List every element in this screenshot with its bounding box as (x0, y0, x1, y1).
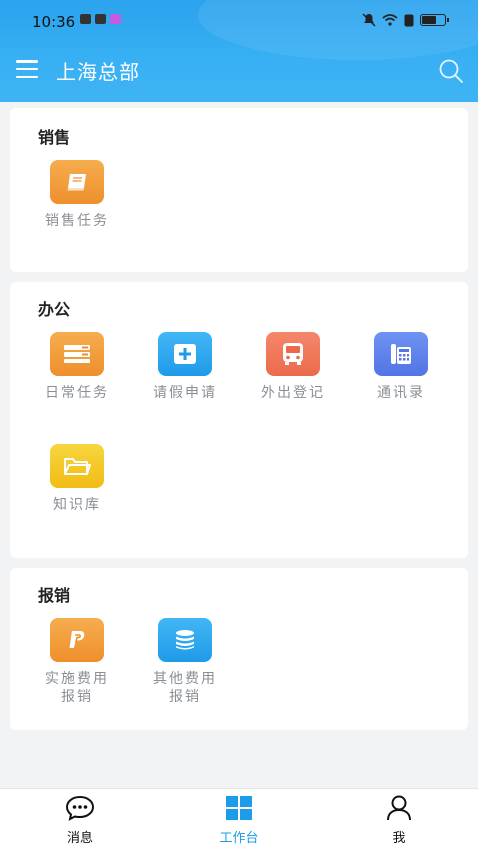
tile-label: 实施费用 报销 (45, 671, 109, 705)
mute-bell-icon (362, 13, 376, 27)
paypal-icon (69, 631, 85, 648)
plus-box-icon (174, 344, 196, 364)
status-bar: 10:36 (0, 0, 478, 42)
tile-other-expense[interactable]: 其他费用 报销 (130, 618, 240, 706)
tile-label: 通讯录 (377, 385, 425, 401)
tile-outing-registration[interactable]: 外出登记 (238, 332, 348, 402)
phone-book-icon (391, 344, 411, 364)
book-icon (67, 174, 86, 191)
tile-label: 销售任务 (45, 213, 109, 229)
tile-label: 请假申请 (153, 385, 217, 401)
status-time: 10:36 (32, 13, 76, 31)
nav-label: 工作台 (219, 831, 259, 846)
menu-icon[interactable] (16, 60, 38, 78)
tile-leave-request[interactable]: 请假申请 (130, 332, 240, 402)
section-office: 办公 日常任务 请假申请 外出登记 通讯录 知识库 (10, 282, 468, 558)
nav-label: 我 (392, 831, 406, 846)
tile-contacts[interactable]: 通讯录 (346, 332, 456, 402)
tile-knowledge-base[interactable]: 知识库 (22, 444, 132, 514)
grid-icon (226, 796, 252, 820)
tile-implementation-expense[interactable]: 实施费用 报销 (22, 618, 132, 706)
wifi-icon (382, 14, 398, 26)
section-title: 办公 (38, 300, 71, 319)
section-reimbursement: 报销 实施费用 报销 其他费用 报销 (10, 568, 468, 730)
search-icon[interactable] (438, 58, 464, 84)
bottom-nav: 消息 工作台 我 (0, 788, 478, 850)
nav-messages[interactable]: 消息 (30, 795, 130, 846)
nav-workbench[interactable]: 工作台 (189, 795, 289, 846)
app-notification-icon (110, 14, 121, 24)
tile-label: 外出登记 (261, 385, 325, 401)
section-title: 报销 (38, 586, 71, 605)
coins-icon (176, 630, 194, 650)
nav-me[interactable]: 我 (349, 795, 449, 846)
page-title: 上海总部 (56, 60, 140, 84)
bus-icon (283, 343, 303, 365)
list-icon (64, 345, 90, 363)
user-icon (387, 795, 411, 821)
sim-icon (404, 14, 414, 26)
battery-icon (420, 14, 449, 26)
chat-bubble-icon (65, 795, 95, 821)
tile-daily-task[interactable]: 日常任务 (22, 332, 132, 402)
section-title: 销售 (38, 128, 71, 147)
tile-label: 知识库 (53, 497, 101, 513)
nav-label: 消息 (66, 831, 93, 846)
section-sales: 销售 销售任务 (10, 108, 468, 272)
app-header: 10:36 上海总部 (0, 0, 478, 102)
tile-sales-task[interactable]: 销售任务 (22, 160, 132, 230)
mail-notification-icon (95, 14, 106, 24)
tile-label: 其他费用 报销 (153, 671, 217, 705)
tile-label: 日常任务 (45, 385, 109, 401)
folder-icon (64, 458, 91, 475)
gallery-notification-icon (80, 14, 91, 24)
